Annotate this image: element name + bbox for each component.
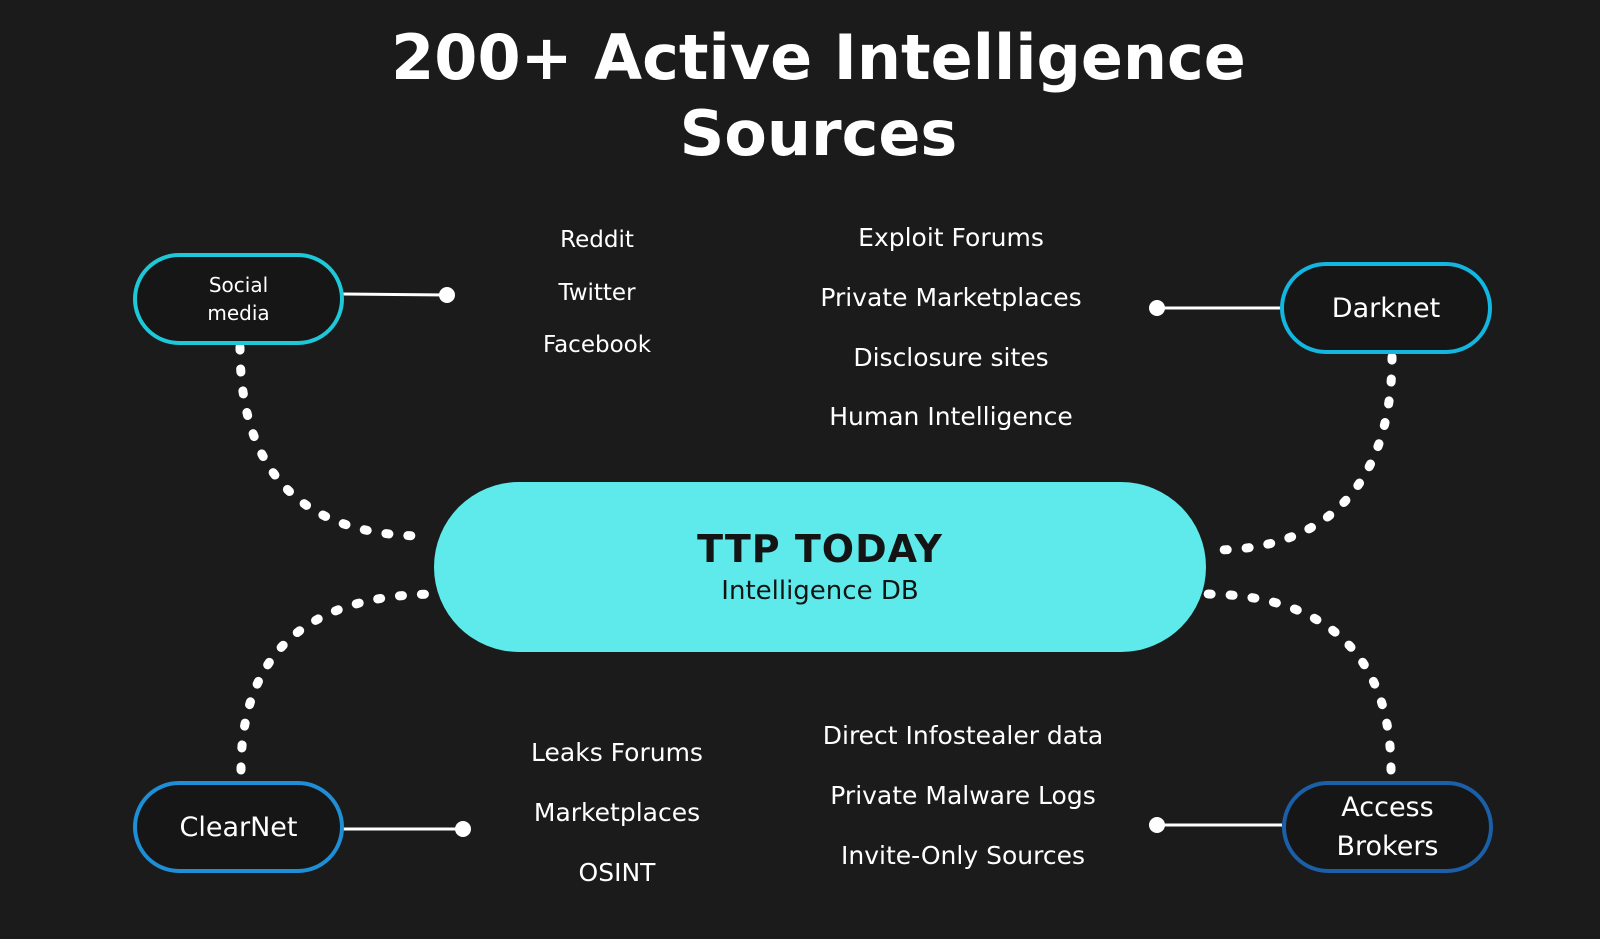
source-exploit-forums: Exploit Forums: [858, 223, 1044, 252]
connector-clearnet-hub: [236, 589, 443, 775]
source-invite-only-sources: Invite-Only Sources: [841, 841, 1085, 870]
source-leaks-forums: Leaks Forums: [531, 738, 703, 767]
hub-title: TTP TODAY: [697, 527, 943, 571]
source-facebook: Facebook: [542, 332, 652, 358]
source-human-intelligence: Human Intelligence: [829, 402, 1073, 431]
source-private-malware-logs: Private Malware Logs: [830, 781, 1096, 810]
node-social-media: Social media: [133, 253, 344, 345]
source-osint: OSINT: [578, 858, 656, 887]
hub-ttp-today: TTP TODAY Intelligence DB: [434, 482, 1206, 652]
leader-dot-social-media: [439, 287, 455, 303]
source-marketplaces: Marketplaces: [533, 798, 701, 827]
connector-social-media-hub: [235, 342, 430, 541]
node-clearnet: ClearNet: [133, 781, 344, 873]
source-private-marketplaces: Private Marketplaces: [820, 283, 1082, 312]
source-direct-infostealer-data: Direct Infostealer data: [822, 721, 1104, 750]
node-label-clearnet: ClearNet: [179, 811, 298, 843]
connector-darknet-hub: [1209, 352, 1397, 555]
node-label-darknet: Darknet: [1331, 292, 1441, 324]
connector-access-brokers-hub: [1199, 589, 1396, 775]
leader-social-media: [342, 292, 448, 297]
source-reddit: Reddit: [560, 227, 634, 253]
node-access-brokers: Access Brokers: [1282, 781, 1493, 873]
leader-dot-access-brokers: [1149, 817, 1165, 833]
hub-subtitle: Intelligence DB: [721, 576, 919, 606]
leader-dot-darknet: [1149, 300, 1165, 316]
node-darknet: Darknet: [1280, 262, 1492, 354]
node-label-access-brokers: Access Brokers: [1336, 792, 1439, 862]
source-disclosure-sites: Disclosure sites: [853, 343, 1049, 372]
node-label-social-media: Social media: [207, 273, 270, 325]
source-twitter: Twitter: [558, 280, 636, 306]
leader-dot-clearnet: [455, 821, 471, 837]
